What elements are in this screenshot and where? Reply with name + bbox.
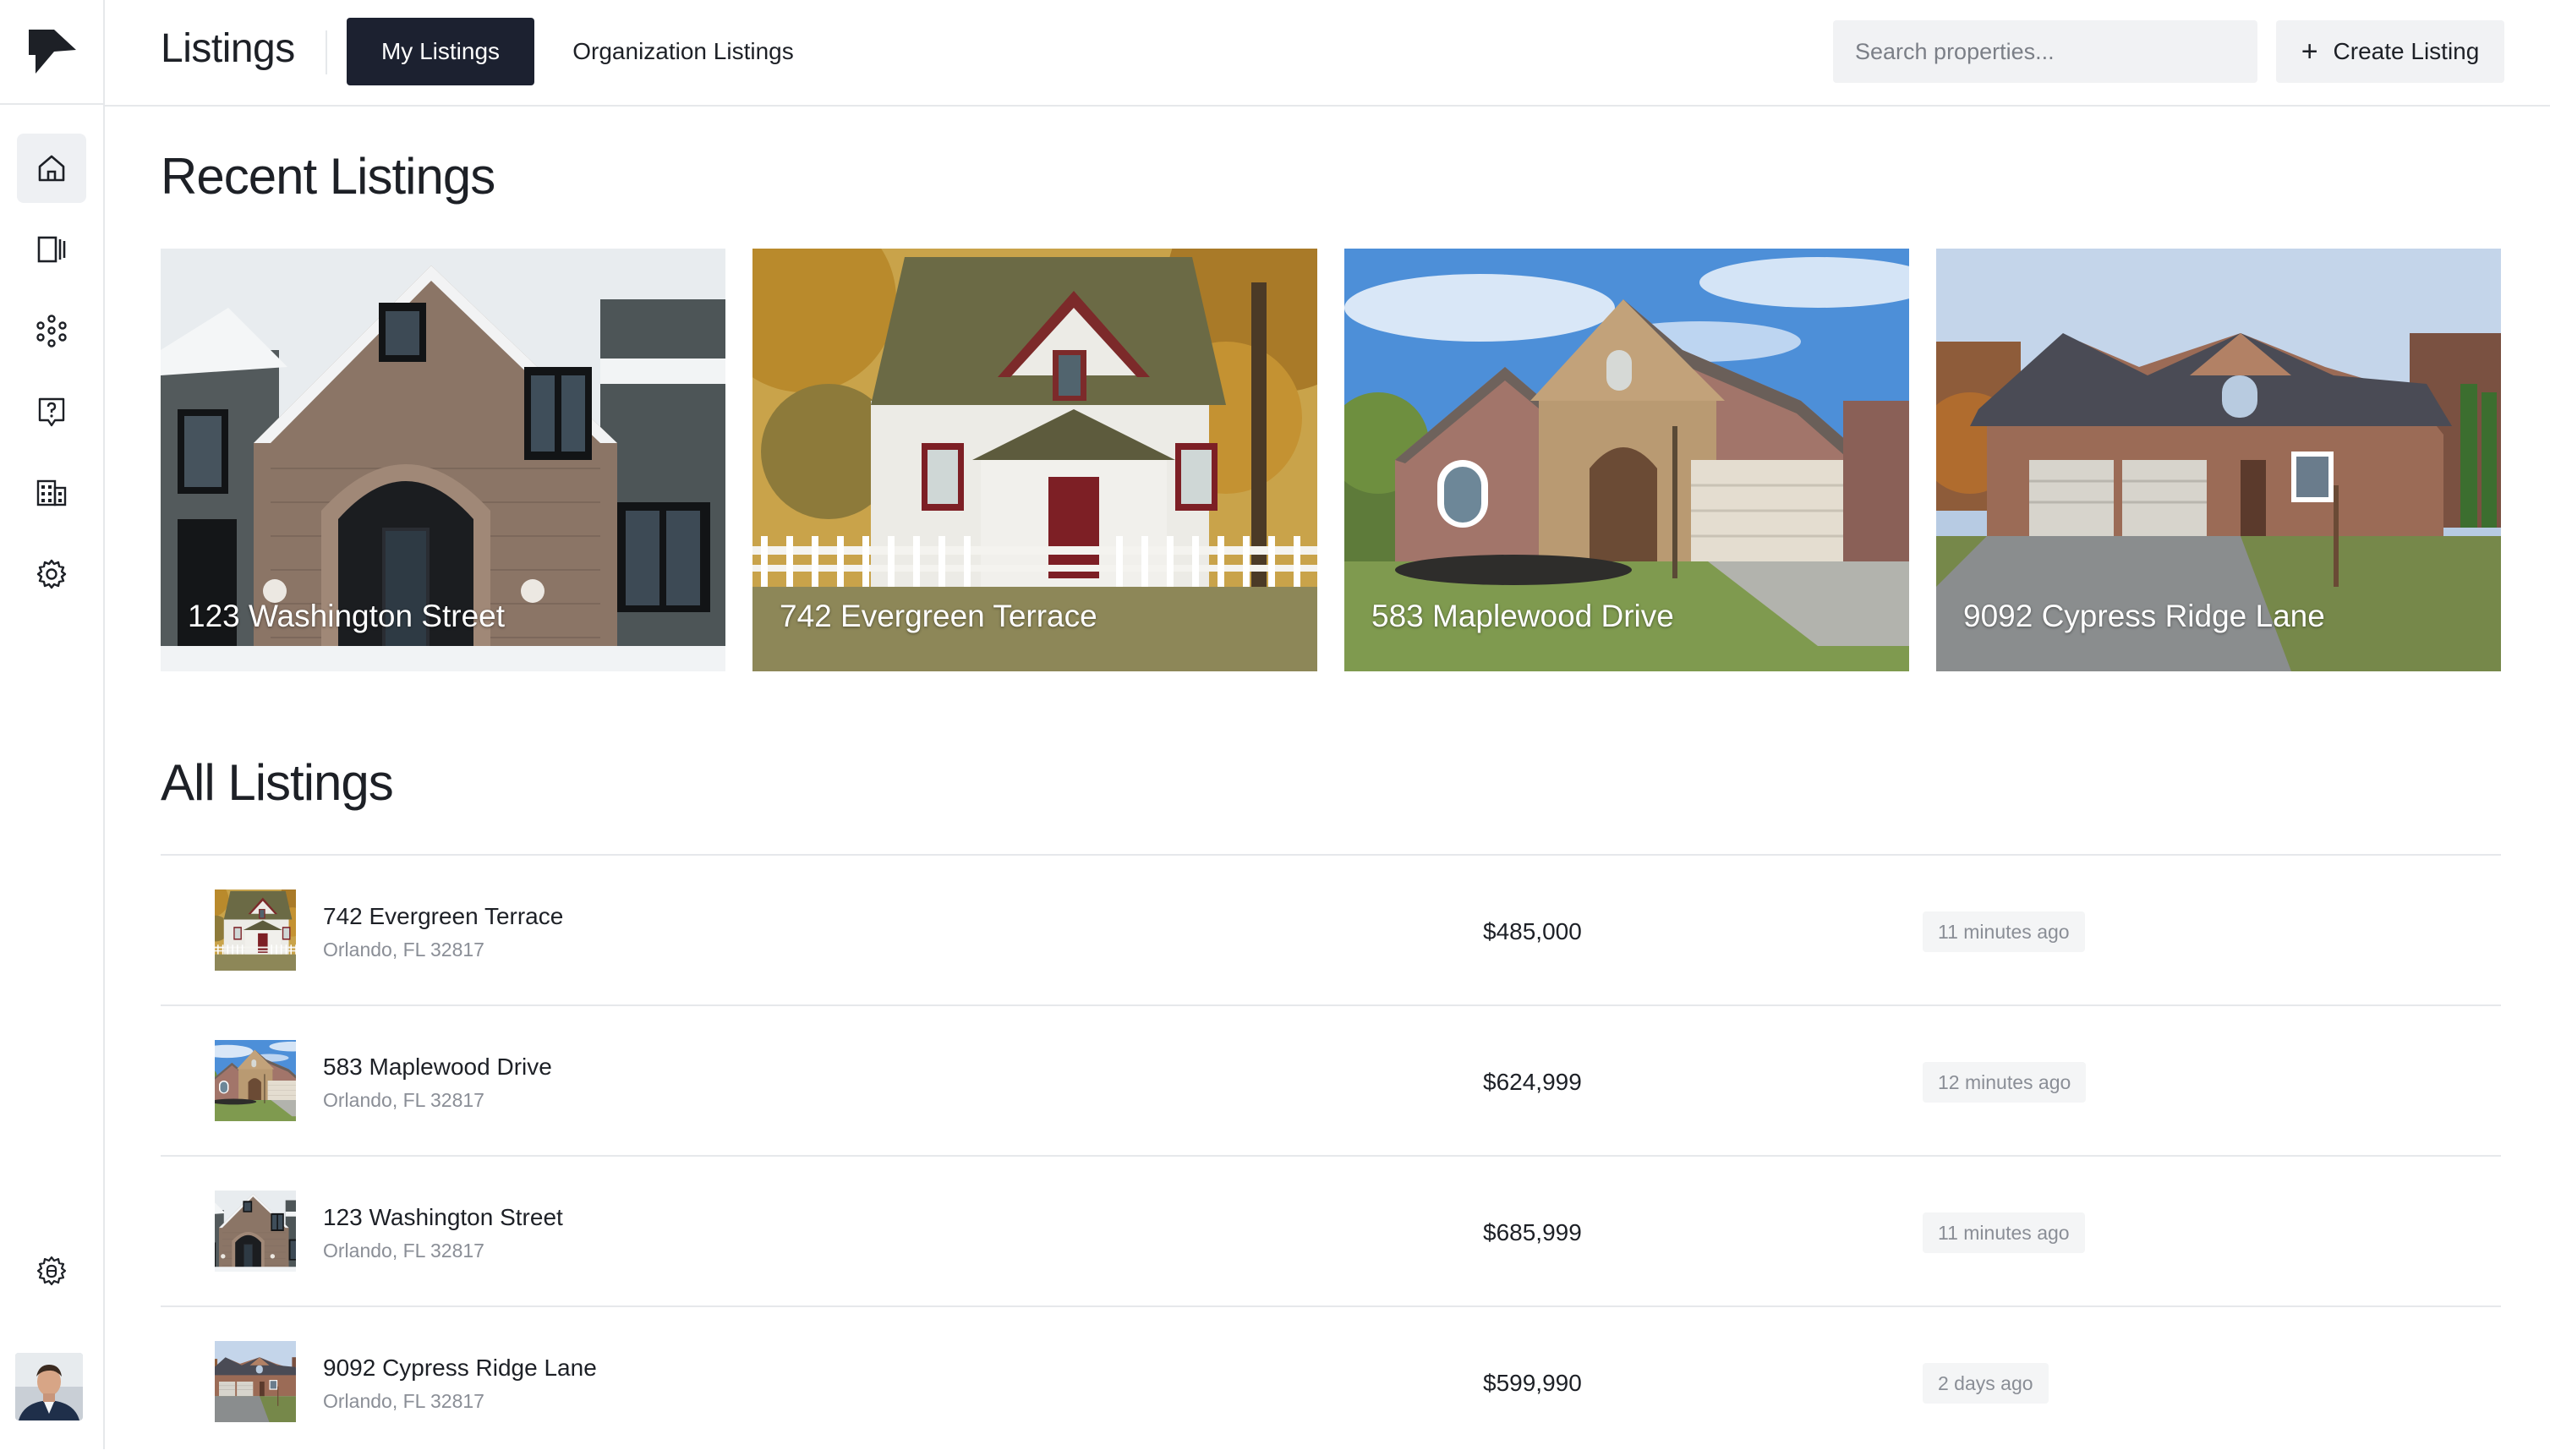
listing-location: Orlando, FL 32817 [323, 939, 484, 961]
listing-row[interactable]: 742 Evergreen Terrace Orlando, FL 32817 … [161, 854, 2501, 1004]
listing-row[interactable]: 583 Maplewood Drive Orlando, FL 32817 $6… [161, 1004, 2501, 1155]
listing-price: $485,000 [1483, 918, 1582, 944]
tab-my-listings[interactable]: My Listings [347, 18, 534, 85]
buildings-icon [36, 479, 67, 506]
listings-panel-icon [37, 236, 66, 263]
nav-help-button[interactable] [17, 377, 86, 446]
listing-thumbnail [215, 1040, 296, 1121]
create-listing-label: Create Listing [2333, 38, 2480, 64]
listing-row[interactable]: 9092 Cypress Ridge Lane Orlando, FL 3281… [161, 1305, 2501, 1456]
network-icon [36, 315, 67, 348]
create-listing-button[interactable]: + Create Listing [2276, 20, 2504, 83]
listing-price: $685,999 [1483, 1219, 1582, 1245]
listing-address: 123 Washington Street [323, 1204, 563, 1230]
listing-updated-badge: 11 minutes ago [1923, 911, 2085, 952]
nav-network-button[interactable] [17, 296, 86, 365]
nav-listings-button[interactable] [17, 215, 86, 284]
top-bar: Listings My Listings Organization Listin… [105, 0, 2550, 107]
listing-address: 9092 Cypress Ridge Lane [323, 1355, 597, 1381]
nav-debug-button[interactable] [17, 1236, 86, 1305]
nav-buildings-button[interactable] [17, 458, 86, 528]
title-divider [326, 30, 327, 74]
recent-card-label: 583 Maplewood Drive [1371, 599, 1674, 633]
listings-table: 742 Evergreen Terrace Orlando, FL 32817 … [161, 854, 2501, 1456]
search-input[interactable] [1833, 20, 2257, 83]
avatar[interactable] [15, 1353, 83, 1420]
sidebar [0, 0, 105, 1449]
listing-updated-badge: 11 minutes ago [1923, 1212, 2085, 1253]
bug-icon [36, 1256, 67, 1286]
listing-location: Orlando, FL 32817 [323, 1390, 484, 1412]
plus-icon: + [2301, 36, 2318, 68]
listing-updated-badge: 12 minutes ago [1923, 1062, 2087, 1103]
listing-thumbnail [215, 889, 296, 971]
help-icon [38, 397, 65, 427]
recent-card[interactable]: 123 Washington Street [161, 249, 725, 671]
listing-location: Orlando, FL 32817 [323, 1240, 484, 1262]
listing-address: 583 Maplewood Drive [323, 1054, 552, 1080]
recent-card[interactable]: 9092 Cypress Ridge Lane [1936, 249, 2501, 671]
recent-listings-heading: Recent Listings [161, 148, 495, 205]
listing-price: $599,990 [1483, 1370, 1582, 1396]
page-title: Listings [161, 26, 295, 71]
recent-card[interactable]: 742 Evergreen Terrace [752, 249, 1317, 671]
settings-icon [36, 559, 67, 589]
listing-location: Orlando, FL 32817 [323, 1089, 484, 1111]
listing-price: $624,999 [1483, 1069, 1582, 1095]
listing-thumbnail [215, 1191, 296, 1272]
recent-card-label: 9092 Cypress Ridge Lane [1963, 599, 2325, 633]
home-icon [38, 155, 65, 182]
nav-settings-button[interactable] [17, 539, 86, 609]
tab-organization-listings[interactable]: Organization Listings [548, 18, 818, 85]
logo-icon[interactable] [0, 0, 105, 105]
recent-card-label: 742 Evergreen Terrace [780, 599, 1097, 633]
listing-thumbnail [215, 1341, 296, 1422]
listing-updated-badge: 2 days ago [1923, 1363, 2049, 1404]
all-listings-heading: All Listings [161, 754, 394, 811]
listing-address: 742 Evergreen Terrace [323, 903, 564, 929]
recent-card[interactable]: 583 Maplewood Drive [1344, 249, 1909, 671]
listing-row[interactable]: 123 Washington Street Orlando, FL 32817 … [161, 1155, 2501, 1305]
nav-home-button[interactable] [17, 134, 86, 203]
recent-card-label: 123 Washington Street [188, 599, 506, 633]
